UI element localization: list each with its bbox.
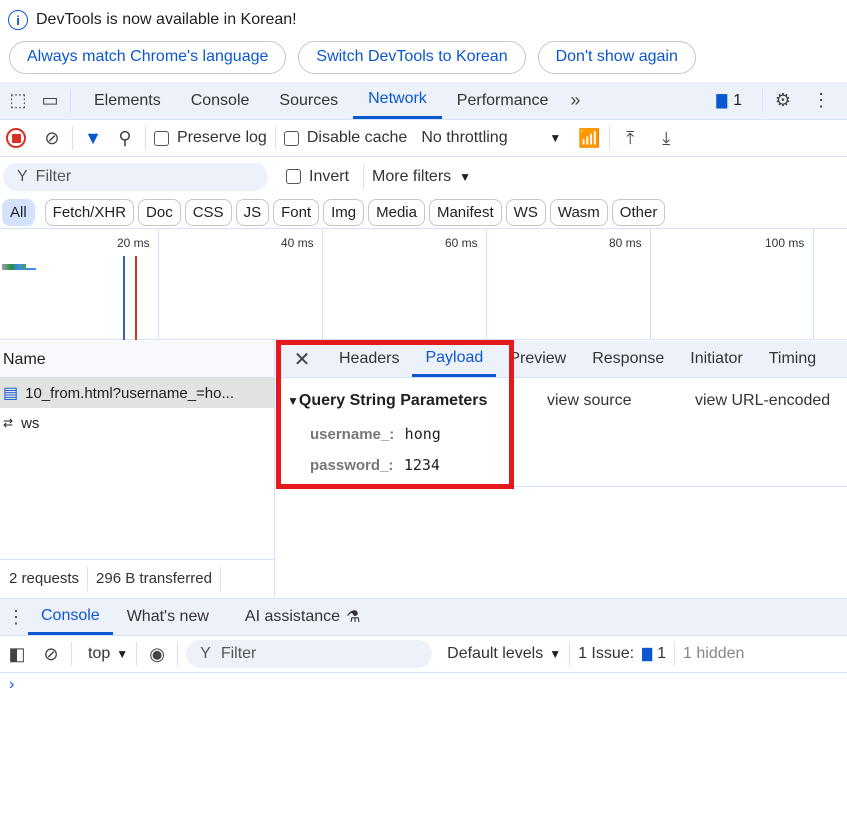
chip-media[interactable]: Media: [368, 198, 425, 226]
filter-input[interactable]: Y Filter: [3, 162, 268, 191]
hidden-count: 1 hidden: [683, 645, 745, 662]
chip-font[interactable]: Font: [273, 198, 320, 226]
invert-checkbox[interactable]: [286, 169, 301, 184]
export-har-icon[interactable]: ⤓: [654, 126, 678, 150]
tab-console[interactable]: Console: [176, 82, 265, 119]
websocket-icon: ⇄: [3, 416, 14, 430]
dom-content-loaded-line: [123, 256, 125, 340]
status-bar: 2 requests 296 B transferred: [0, 559, 274, 597]
banner-message: DevTools is now available in Korean!: [36, 11, 297, 28]
tick-100ms: 100 ms: [765, 236, 805, 250]
tick-60ms: 60 ms: [445, 236, 478, 250]
console-issues-count[interactable]: 1: [657, 645, 666, 663]
chip-all[interactable]: All: [2, 198, 35, 226]
disable-cache-label: Disable cache: [306, 129, 408, 146]
tab-sources[interactable]: Sources: [264, 82, 353, 119]
view-url-encoded-link[interactable]: view URL-encoded: [695, 392, 830, 410]
document-icon: ▤: [3, 385, 19, 402]
request-list: Name ▤ 10_from.html?username_=ho... ⇄ ws…: [0, 341, 275, 597]
request-count: 2 requests: [9, 570, 80, 587]
tick-20ms: 20 ms: [117, 236, 150, 250]
more-filters-button[interactable]: More filters: [372, 168, 451, 186]
import-har-icon[interactable]: ⤒: [618, 126, 642, 150]
request-row[interactable]: ▤ 10_from.html?username_=ho...: [0, 378, 274, 408]
dont-show-again-button[interactable]: Don't show again: [537, 40, 696, 74]
log-levels-select[interactable]: Default levels: [447, 645, 543, 663]
tab-performance[interactable]: Performance: [442, 82, 564, 119]
invert-label: Invert: [309, 167, 350, 185]
context-chevron-icon[interactable]: ▼: [116, 647, 128, 661]
chip-fetch-xhr[interactable]: Fetch/XHR: [44, 198, 135, 226]
tab-timing[interactable]: Timing: [756, 341, 829, 377]
inspect-element-icon[interactable]: ⬚: [6, 89, 30, 113]
name-column-header[interactable]: Name: [0, 341, 274, 378]
issues-icon[interactable]: ▇: [716, 92, 727, 109]
chip-ws[interactable]: WS: [505, 198, 546, 226]
drawer-tab-ai-assistance[interactable]: AI assistance ⚗: [223, 599, 383, 635]
drawer-tab-whats-new[interactable]: What's new: [113, 599, 223, 635]
preserve-log-checkbox[interactable]: [154, 130, 169, 146]
preserve-log-label: Preserve log: [177, 129, 267, 146]
chevron-down-icon[interactable]: ▼: [549, 131, 561, 145]
more-filters-chevron-icon[interactable]: ▼: [459, 170, 471, 184]
console-clear-icon[interactable]: ⊘: [39, 642, 63, 666]
flask-icon: ⚗: [346, 609, 361, 626]
drawer-tab-console[interactable]: Console: [28, 599, 113, 635]
tab-network[interactable]: Network: [353, 82, 442, 119]
issues-icon[interactable]: ▇: [642, 646, 652, 662]
disable-cache-checkbox[interactable]: [283, 130, 299, 146]
filter-icon: Y: [17, 167, 28, 185]
live-expression-eye-icon[interactable]: ◉: [145, 642, 169, 666]
search-icon[interactable]: ⚲: [113, 126, 137, 150]
always-match-language-button[interactable]: Always match Chrome's language: [9, 40, 287, 74]
tab-response[interactable]: Response: [579, 341, 677, 377]
transferred-size: 296 B transferred: [96, 570, 212, 587]
tab-elements[interactable]: Elements: [79, 82, 176, 119]
main-tab-bar: ⬚ ▭ Elements Console Sources Network Per…: [0, 82, 847, 120]
levels-chevron-icon[interactable]: ▼: [549, 647, 561, 661]
network-conditions-icon[interactable]: 📶: [577, 126, 601, 150]
tab-initiator[interactable]: Initiator: [677, 341, 755, 377]
context-selector[interactable]: top: [88, 645, 110, 663]
chip-js[interactable]: JS: [235, 198, 270, 226]
chip-other[interactable]: Other: [611, 198, 666, 226]
more-tabs-icon[interactable]: »: [563, 89, 587, 113]
tick-40ms: 40 ms: [281, 236, 314, 250]
resource-type-filters: All Fetch/XHR Doc CSS JS Font Img Media …: [0, 198, 847, 226]
issues-count[interactable]: 1: [733, 92, 742, 110]
filter-icon: Y: [200, 645, 211, 662]
chip-doc[interactable]: Doc: [138, 198, 181, 226]
record-icon[interactable]: [6, 128, 26, 148]
filter-funnel-icon[interactable]: ▼: [81, 126, 105, 150]
switch-to-korean-button[interactable]: Switch DevTools to Korean: [298, 40, 526, 74]
drawer-tab-bar: ⋮ Console What's new AI assistance ⚗: [0, 598, 847, 636]
request-row[interactable]: ⇄ ws: [0, 408, 274, 438]
chip-css[interactable]: CSS: [184, 198, 232, 226]
sidebar-toggle-icon[interactable]: ◧: [5, 642, 29, 666]
more-options-icon[interactable]: ⋮: [809, 89, 833, 113]
chip-manifest[interactable]: Manifest: [428, 198, 502, 226]
throttling-select[interactable]: No throttling: [421, 129, 549, 147]
device-toolbar-icon[interactable]: ▭: [38, 89, 62, 113]
console-prompt-icon[interactable]: ›: [9, 676, 14, 694]
chip-wasm[interactable]: Wasm: [549, 198, 608, 226]
highlight-box: [276, 340, 514, 489]
settings-gear-icon[interactable]: ⚙: [771, 89, 795, 113]
view-source-link[interactable]: view source: [547, 392, 631, 410]
info-icon: i: [8, 10, 28, 30]
drawer-menu-icon[interactable]: ⋮: [4, 605, 28, 629]
chip-img[interactable]: Img: [323, 198, 365, 226]
tick-80ms: 80 ms: [609, 236, 642, 250]
load-event-line: [135, 256, 137, 340]
clear-icon[interactable]: ⊘: [40, 126, 64, 150]
language-banner: i DevTools is now available in Korean!: [0, 8, 847, 32]
request-bar: [2, 264, 26, 270]
console-filter-input[interactable]: Y Filter: [186, 640, 433, 668]
issues-label[interactable]: 1 Issue:: [578, 645, 634, 663]
